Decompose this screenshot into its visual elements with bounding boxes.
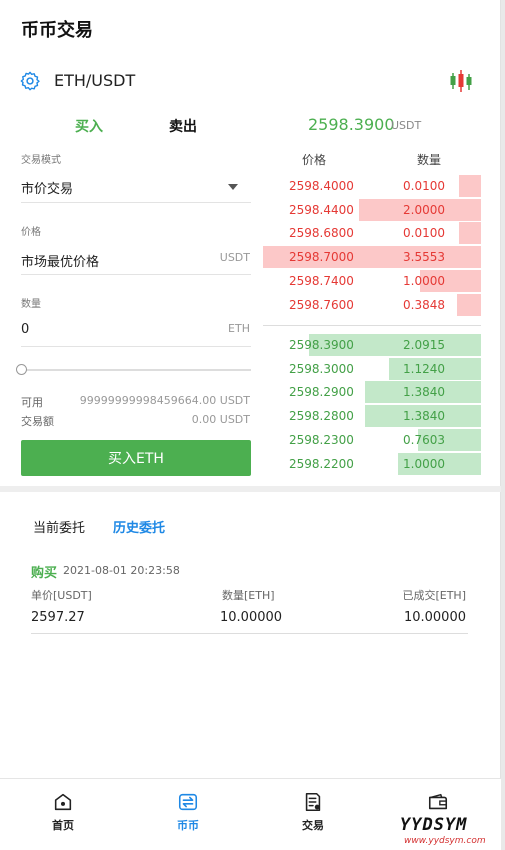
nav-wallet[interactable]: [408, 791, 468, 817]
tab-order-history[interactable]: 历史委托: [113, 517, 165, 536]
order-col-price: 单价[USDT]: [31, 589, 92, 602]
amount-slider-track[interactable]: [24, 369, 251, 371]
bid-qty: 1.0000: [403, 456, 445, 471]
ask-row[interactable]: 2598.4000 0.0100: [263, 175, 481, 197]
ask-qty: 0.3848: [403, 297, 445, 312]
wallet-icon: [428, 793, 448, 810]
ask-depth-bar: [457, 293, 481, 316]
price-input[interactable]: 市场最优价格: [21, 251, 99, 270]
bid-price: 2598.2900: [289, 385, 354, 400]
order-price: 2597.27: [31, 610, 85, 625]
qty-unit: ETH: [228, 322, 250, 335]
home-icon: [54, 793, 72, 811]
amount-value: 0.00 USDT: [191, 413, 250, 426]
chevron-down-icon[interactable]: [228, 184, 238, 190]
order-col-filled: 已成交[ETH]: [402, 589, 466, 602]
ask-row[interactable]: 2598.6800 0.0100: [263, 222, 481, 245]
ask-row[interactable]: 2598.4400 2.0000: [263, 198, 481, 221]
price-unit: USDT: [219, 251, 250, 264]
bid-price: 2598.3900: [289, 338, 354, 352]
bid-row[interactable]: 2598.3900 2.0915: [263, 334, 481, 356]
settings-gear-icon[interactable]: [19, 70, 41, 92]
bid-price: 2598.3000: [289, 361, 354, 376]
ask-row[interactable]: 2598.7600 0.3848: [263, 293, 481, 316]
ask-qty: 1.0000: [403, 273, 445, 288]
ask-qty: 0.0100: [403, 226, 445, 241]
bid-qty: 1.3840: [403, 409, 445, 424]
section-separator: [0, 486, 501, 492]
divider: [21, 346, 251, 347]
ask-price: 2598.4000: [289, 179, 354, 193]
qty-input[interactable]: 0: [21, 322, 29, 337]
divider: [21, 202, 251, 203]
amount-slider-handle[interactable]: [16, 364, 27, 375]
tab-current-orders[interactable]: 当前委托: [33, 517, 85, 536]
order-qty: 10.00000: [220, 610, 283, 625]
ask-price: 2598.7000: [289, 250, 354, 265]
nav-trade[interactable]: 交易: [283, 791, 343, 833]
available-value: 99999999998459664.00 USDT: [79, 394, 250, 407]
ask-row[interactable]: 2598.7400 1.0000: [263, 269, 481, 292]
divider: [21, 274, 251, 275]
orderbook-price-header: 价格: [302, 153, 327, 167]
bid-row[interactable]: 2598.2300 0.7603: [263, 428, 481, 451]
tab-buy[interactable]: 买入: [75, 116, 103, 136]
bid-price: 2598.2800: [289, 409, 354, 424]
bid-qty: 1.3840: [403, 385, 445, 400]
buy-eth-button[interactable]: 买入ETH: [21, 440, 251, 476]
ask-price: 2598.7600: [289, 297, 354, 312]
nav-label: 交易: [302, 819, 324, 832]
page-title: 币币交易: [21, 20, 93, 41]
ask-qty: 0.0100: [403, 179, 445, 193]
order-col-qty: 数量[ETH]: [222, 589, 275, 602]
watermark-logo: YYDSYM: [400, 815, 468, 835]
candlestick-chart-icon[interactable]: [448, 68, 474, 94]
bid-price: 2598.2300: [289, 432, 354, 447]
last-price: 2598.3900: [308, 115, 395, 134]
nav-label: 币币: [177, 819, 199, 832]
page: 币币交易 ETH/USDT 买入 卖出 2598.3900 USDT 交易模式 …: [0, 0, 501, 850]
pair-name[interactable]: ETH/USDT: [54, 71, 135, 90]
ask-price: 2598.7400: [289, 273, 354, 288]
ask-qty: 2.0000: [403, 202, 445, 217]
order-divider: [31, 633, 468, 634]
nav-label: 首页: [52, 819, 74, 832]
qty-label: 数量: [21, 299, 41, 310]
available-label: 可用: [21, 396, 43, 409]
mode-label: 交易模式: [21, 155, 61, 166]
bid-price: 2598.2200: [289, 456, 354, 471]
bid-qty: 2.0915: [403, 338, 445, 352]
tab-sell[interactable]: 卖出: [169, 116, 197, 136]
bid-qty: 1.1240: [403, 361, 445, 376]
order-time: 2021-08-01 20:23:58: [63, 564, 180, 577]
order-filled: 10.00000: [403, 610, 466, 625]
ask-depth-bar: [459, 222, 481, 245]
amount-label: 交易额: [21, 415, 54, 428]
ask-price: 2598.6800: [289, 226, 354, 241]
bid-qty: 0.7603: [403, 432, 445, 447]
ask-row[interactable]: 2598.7000 3.5553: [263, 246, 481, 269]
exchange-icon: [178, 793, 198, 811]
document-icon: [305, 792, 321, 812]
nav-home[interactable]: 首页: [33, 791, 93, 833]
bid-row[interactable]: 2598.3000 1.1240: [263, 357, 481, 380]
bid-row[interactable]: 2598.2800 1.3840: [263, 405, 481, 428]
last-price-unit: USDT: [391, 119, 422, 132]
watermark-url: www.yydsym.com: [404, 836, 486, 846]
price-label: 价格: [21, 227, 41, 238]
ask-qty: 3.5553: [403, 250, 445, 265]
bid-row[interactable]: 2598.2900 1.3840: [263, 381, 481, 404]
mode-select[interactable]: 市价交易: [21, 178, 73, 197]
ask-depth-bar: [459, 175, 481, 197]
nav-exchange[interactable]: 币币: [158, 791, 218, 833]
ask-price: 2598.4400: [289, 202, 354, 217]
order-side: 购买: [31, 566, 58, 581]
orderbook-divider: [263, 325, 481, 326]
orderbook-qty-header: 数量: [417, 153, 442, 167]
bid-row[interactable]: 2598.2200 1.0000: [263, 452, 481, 475]
